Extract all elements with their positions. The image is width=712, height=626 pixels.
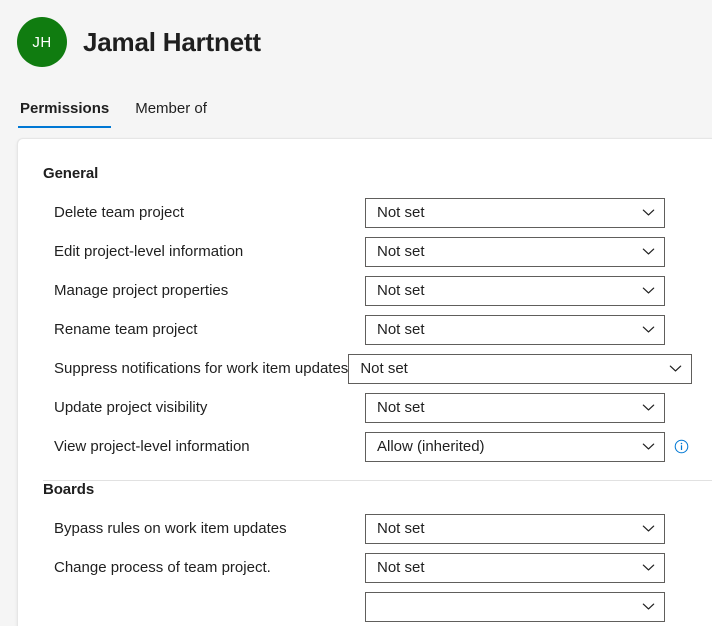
chevron-down-icon — [642, 404, 655, 411]
dropdown-value: Not set — [377, 520, 425, 537]
permission-label: Rename team project — [54, 321, 198, 338]
identity-block: JH Jamal Hartnett — [17, 14, 712, 70]
permission-dropdown[interactable]: Not set — [365, 236, 665, 267]
permission-dropdown[interactable]: Not set — [365, 275, 665, 306]
permission-label: Manage project properties — [54, 282, 229, 299]
chevron-down-icon — [642, 209, 655, 216]
permission-row: Change process of team project. Not set — [43, 548, 712, 587]
permission-dropdown[interactable]: Not set — [365, 392, 665, 423]
section-title: General — [43, 165, 99, 182]
chevron-down-icon — [669, 365, 682, 372]
permissions-card: General Delete team project Not set Edit pr… — [17, 138, 712, 626]
profile-header: JH Jamal Hartnett Permissions Member of — [0, 0, 712, 128]
permission-control: Not set — [365, 275, 712, 306]
permission-label: View project-level information — [54, 438, 250, 455]
permissions-list: General Delete team project Not set Edit pr… — [18, 139, 712, 626]
dropdown-value: Not set — [377, 282, 425, 299]
dropdown-value: Not set — [377, 399, 425, 416]
permission-control: Not set — [365, 552, 712, 583]
permission-control: Not set — [365, 236, 712, 267]
permission-row: Manage project properties Not set — [43, 271, 712, 310]
chevron-down-icon — [642, 248, 655, 255]
permission-control: Not set — [365, 392, 712, 423]
tab-member-of[interactable]: Member of — [133, 100, 209, 128]
permission-label: Edit project-level information — [54, 243, 244, 260]
page-title: Jamal Hartnett — [83, 27, 261, 57]
dropdown-value: Not set — [377, 243, 425, 260]
dropdown-value: Not set — [377, 559, 425, 576]
permission-control: Allow (inherited) — [365, 431, 712, 462]
dropdown-value: Allow (inherited) — [377, 438, 485, 455]
tab-permissions[interactable]: Permissions — [18, 100, 112, 128]
permission-row: Delete team project Not set — [43, 193, 712, 232]
permission-row: Edit project-level information Not set — [43, 232, 712, 271]
permission-control: Not set — [365, 513, 712, 544]
chevron-down-icon — [642, 443, 655, 450]
permission-dropdown[interactable]: Not set — [365, 552, 665, 583]
section-boards: Boards Bypass rules on work item updates N… — [18, 481, 712, 626]
section-title: Boards — [43, 481, 95, 498]
permission-label: Delete team project — [54, 204, 185, 221]
permission-label: Change process of team project. — [54, 559, 271, 576]
permission-dropdown[interactable]: Allow (inherited) — [365, 431, 665, 462]
permission-row: Bypass rules on work item updates Not set — [43, 509, 712, 548]
permission-label: Suppress notifications for work item upd… — [54, 360, 349, 377]
dropdown-value: Not set — [377, 321, 425, 338]
permission-row: Suppress notifications for work item upd… — [43, 349, 712, 388]
permission-label: Update project visibility — [54, 399, 208, 416]
permission-row: Update project visibility Not set — [43, 388, 712, 427]
chevron-down-icon — [642, 564, 655, 571]
permission-control: Not set — [348, 353, 712, 384]
info-icon[interactable] — [674, 439, 689, 454]
permission-row: Rename team project Not set — [43, 310, 712, 349]
permission-dropdown[interactable]: Not set — [348, 353, 692, 384]
permission-label: Bypass rules on work item updates — [54, 520, 287, 537]
permission-row: View project-level information Allow (inh… — [43, 427, 712, 466]
avatar: JH — [17, 17, 67, 67]
chevron-down-icon — [642, 525, 655, 532]
dropdown-value: Not set — [360, 360, 408, 377]
tab-bar: Permissions Member of — [17, 88, 712, 128]
permission-control: Not set — [365, 197, 712, 228]
chevron-down-icon — [642, 326, 655, 333]
permission-dropdown[interactable]: Not set — [365, 197, 665, 228]
permission-dropdown[interactable]: Not set — [365, 314, 665, 345]
section-general: General Delete team project Not set Edit pr… — [18, 165, 712, 466]
permission-dropdown[interactable]: Not set — [365, 513, 665, 544]
permission-control: Not set — [365, 314, 712, 345]
chevron-down-icon — [642, 287, 655, 294]
dropdown-value: Not set — [377, 204, 425, 221]
